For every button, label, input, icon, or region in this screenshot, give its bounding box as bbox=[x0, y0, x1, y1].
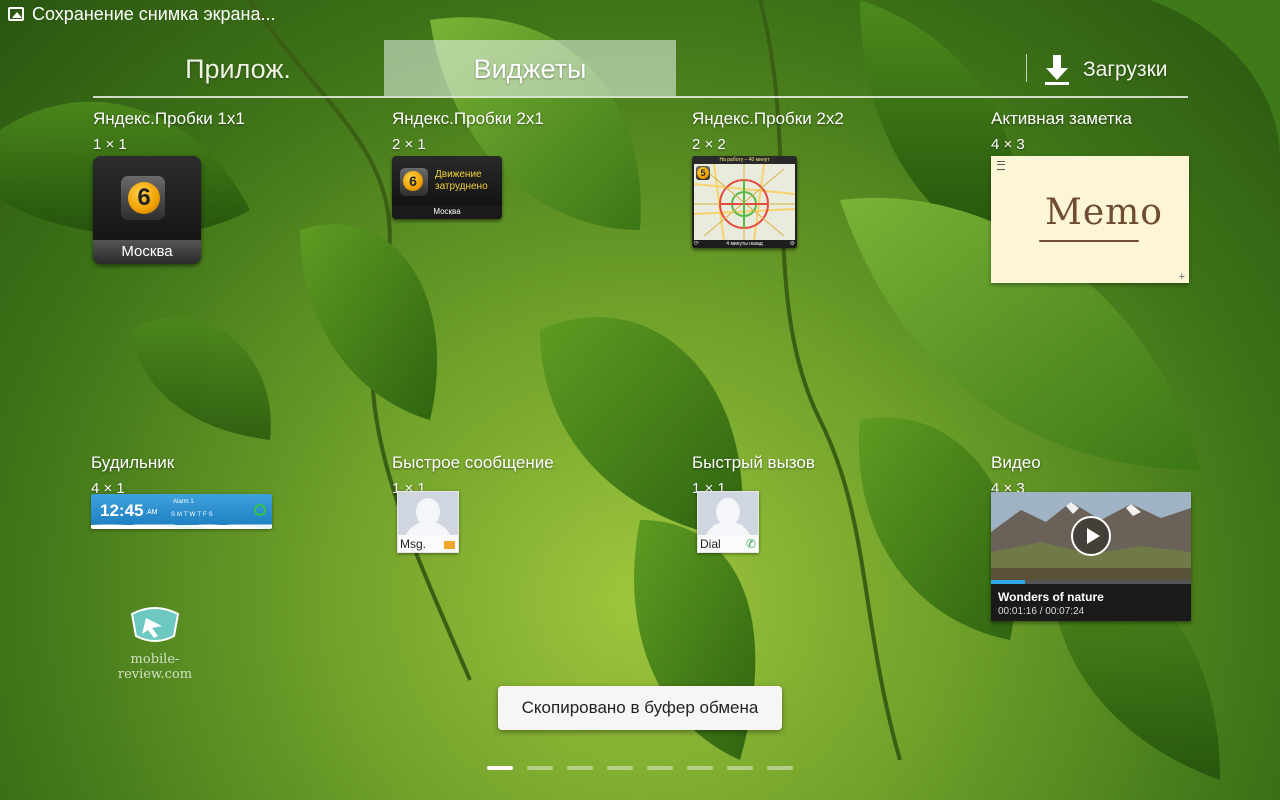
page-dot[interactable] bbox=[687, 766, 713, 770]
screenshot-icon bbox=[8, 7, 24, 21]
watermark-text: mobile-review.com bbox=[117, 652, 193, 682]
video-progress-bar[interactable] bbox=[991, 580, 1191, 584]
widget-preview[interactable]: Msg. bbox=[397, 491, 459, 553]
widget-size: 4 × 3 bbox=[991, 136, 1025, 153]
alarm-label: Alarm 1 bbox=[173, 499, 194, 505]
widget-video: Видео 4 × 3 Wonders of nature 00:01:16 /… bbox=[991, 453, 1280, 621]
list-icon bbox=[997, 161, 1005, 170]
widget-preview[interactable]: На работу – 40 минут 5 4 минуты назад ⟳ … bbox=[692, 156, 797, 248]
page-dot[interactable] bbox=[767, 766, 793, 770]
play-icon[interactable] bbox=[1071, 516, 1111, 556]
widget-title: Активная заметка bbox=[991, 109, 1132, 128]
alarm-ampm: AM bbox=[147, 509, 158, 516]
memo-underline bbox=[1039, 240, 1139, 242]
widget-preview[interactable]: 12:45 AM Alarm 1 SMTWTFS bbox=[91, 494, 272, 529]
settings-icon: ⚙ bbox=[789, 241, 795, 247]
widget-size: 2 × 1 bbox=[392, 136, 426, 153]
widget-quick-message: Быстрое сообщение 1 × 1 Msg. bbox=[392, 453, 682, 553]
watermark-logo-icon bbox=[130, 607, 180, 642]
phone-icon: ✆ bbox=[745, 537, 756, 551]
widget-title: Видео bbox=[991, 453, 1041, 472]
tab-divider bbox=[93, 96, 1188, 98]
widget-size: 1 × 1 bbox=[93, 136, 127, 153]
tab-apps[interactable]: Прилож. bbox=[93, 40, 383, 96]
city-label: Москва bbox=[392, 205, 502, 219]
widget-title: Яндекс.Пробки 2x2 bbox=[692, 109, 844, 128]
alarm-clock-icon bbox=[254, 504, 266, 516]
video-time: 00:01:16 / 00:07:24 bbox=[998, 606, 1085, 617]
page-dot[interactable] bbox=[567, 766, 593, 770]
widget-preview[interactable]: Memo + bbox=[991, 156, 1189, 283]
page-dot[interactable] bbox=[487, 766, 513, 770]
widget-yandex-probki-2x1: Яндекс.Пробки 2x1 2 × 1 6 Движение затру… bbox=[392, 109, 682, 219]
widget-alarm: Будильник 4 × 1 12:45 AM Alarm 1 SMTWTFS bbox=[91, 453, 381, 529]
traffic-score-badge: 6 bbox=[403, 171, 423, 191]
city-label: Москва bbox=[93, 240, 201, 264]
widget-title: Быстрый вызов bbox=[692, 453, 815, 472]
widget-yandex-probki-1x1: Яндекс.Пробки 1x1 1 × 1 6 Москва bbox=[93, 109, 383, 264]
page-dot[interactable] bbox=[527, 766, 553, 770]
widget-yandex-probki-2x2: Яндекс.Пробки 2x2 2 × 2 На работу – 40 м… bbox=[692, 109, 982, 248]
widget-preview[interactable]: Wonders of nature 00:01:16 / 00:07:24 bbox=[991, 492, 1191, 621]
alarm-time: 12:45 bbox=[100, 501, 144, 520]
traffic-score-badge: 5 bbox=[697, 167, 709, 179]
download-icon bbox=[1043, 53, 1071, 87]
memo-text: Memo bbox=[1045, 192, 1163, 233]
update-time: 4 минуты назад bbox=[692, 240, 797, 248]
video-title: Wonders of nature bbox=[998, 590, 1104, 604]
tab-bar: Прилож. Виджеты Загрузки bbox=[93, 40, 1188, 98]
widget-active-memo: Активная заметка 4 × 3 Memo + bbox=[991, 109, 1280, 283]
page-dot[interactable] bbox=[607, 766, 633, 770]
status-notification: Сохранение снимка экрана... bbox=[32, 4, 276, 24]
tab-separator bbox=[1026, 54, 1027, 82]
page-indicator bbox=[487, 766, 797, 772]
widget-preview[interactable]: Dial ✆ bbox=[697, 491, 759, 553]
progress-fill bbox=[991, 580, 1025, 584]
alarm-days: SMTWTFS bbox=[171, 512, 215, 518]
downloads-button[interactable]: Загрузки bbox=[1043, 50, 1168, 90]
traffic-score-badge: 6 bbox=[128, 182, 160, 214]
tab-widgets[interactable]: Виджеты bbox=[384, 40, 676, 96]
contact-caption: Msg. bbox=[400, 537, 427, 551]
page-dot[interactable] bbox=[647, 766, 673, 770]
widget-preview[interactable]: 6 Москва bbox=[93, 156, 201, 264]
toast-message: Скопировано в буфер обмена bbox=[498, 686, 782, 730]
widget-preview[interactable]: 6 Движение затруднено Москва bbox=[392, 156, 502, 219]
widget-title: Яндекс.Пробки 1x1 bbox=[93, 109, 245, 128]
widget-size: 2 × 2 bbox=[692, 136, 726, 153]
contact-caption: Dial bbox=[700, 537, 721, 551]
envelope-icon bbox=[444, 541, 455, 549]
refresh-icon: ⟳ bbox=[694, 241, 700, 247]
widget-title: Будильник bbox=[91, 453, 175, 472]
traffic-message: Движение затруднено bbox=[435, 169, 488, 192]
watermark: mobile-review.com bbox=[100, 600, 210, 682]
downloads-label: Загрузки bbox=[1083, 58, 1168, 81]
widget-quick-dial: Быстрый вызов 1 × 1 Dial ✆ bbox=[692, 453, 982, 553]
page-dot[interactable] bbox=[727, 766, 753, 770]
route-header: На работу – 40 минут bbox=[692, 156, 797, 164]
status-bar: Сохранение снимка экрана... bbox=[0, 0, 1280, 30]
widget-title: Быстрое сообщение bbox=[392, 453, 554, 472]
widget-title: Яндекс.Пробки 2x1 bbox=[392, 109, 544, 128]
add-icon: + bbox=[1178, 271, 1185, 283]
